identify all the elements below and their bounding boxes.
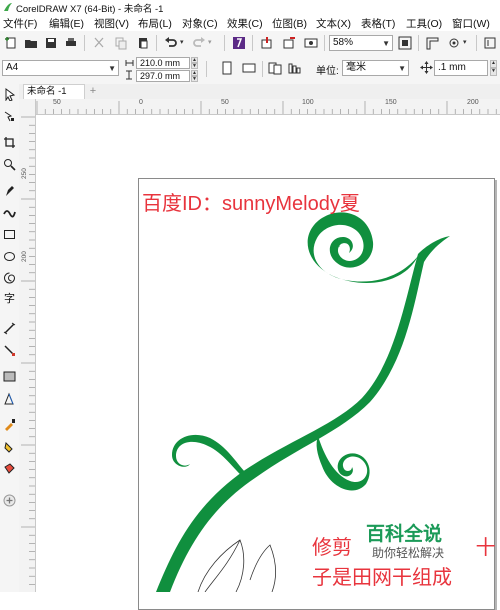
canvas-bottom-text-line1-end: 十	[475, 537, 496, 559]
canvas-caption: 百度ID：sunnyMelody夏	[142, 193, 360, 215]
watermark: 百科全说 助你轻松解决	[360, 516, 472, 564]
leaf-outline-left	[197, 539, 245, 592]
leaf-outline-vein	[204, 539, 241, 592]
canvas-bottom-text-line2: 子是田网干组成	[312, 567, 452, 589]
leaf-outline-right	[249, 544, 276, 592]
vine-artwork	[156, 212, 450, 592]
watermark-title: 百科全说	[366, 524, 443, 545]
left-curl-tendril	[172, 434, 245, 476]
canvas-bottom-text-line1-start: 修剪	[312, 537, 352, 559]
watermark-subtitle: 助你轻松解决	[372, 546, 445, 560]
right-spiral-tendril	[316, 436, 370, 491]
top-spiral-tendril	[307, 212, 418, 284]
